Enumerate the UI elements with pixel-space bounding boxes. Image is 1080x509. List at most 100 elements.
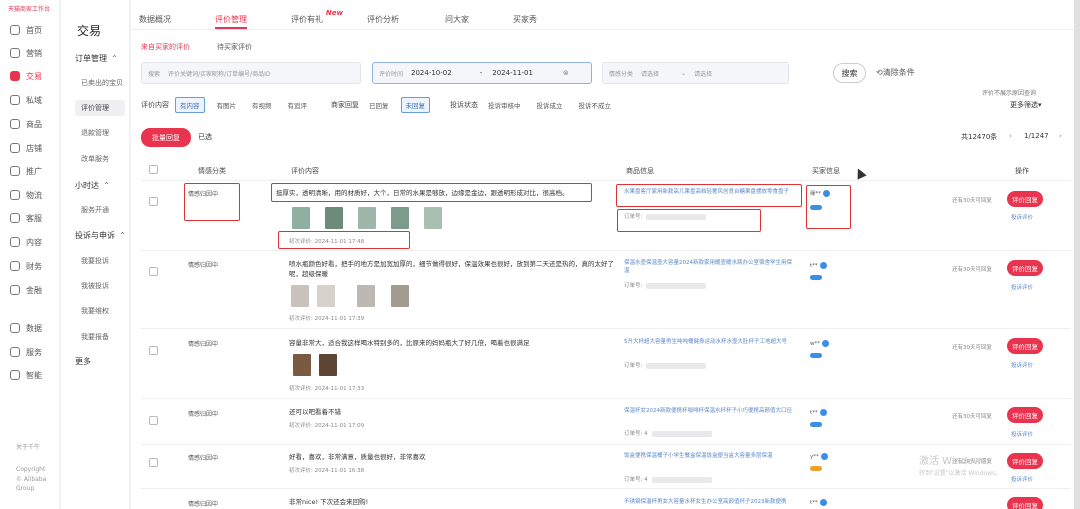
- emotion-select-secondary[interactable]: 请选择: [694, 69, 712, 78]
- review-photo[interactable]: [291, 285, 309, 307]
- menu-item-review[interactable]: 评价管理: [75, 100, 125, 116]
- product-title-link[interactable]: 饭盒便携保温桶子小学生餐盒保温饭盒便当盒大容量多层保温: [624, 452, 794, 460]
- menu-item-modify[interactable]: 改单服务: [81, 154, 109, 164]
- nav-finance[interactable]: 财务: [10, 258, 42, 274]
- menu-item-my-appeal[interactable]: 我被投诉: [81, 281, 109, 291]
- tab-overview[interactable]: 数据概况: [139, 14, 171, 25]
- review-photo[interactable]: [293, 354, 311, 376]
- chip-replied[interactable]: 已回复: [365, 98, 393, 112]
- emotion-filter[interactable]: 情感分类 请选择 ⌄ 请选择: [602, 62, 789, 84]
- tab-review-manage[interactable]: 评价管理: [215, 14, 247, 29]
- review-photo[interactable]: [319, 354, 337, 376]
- row-checkbox[interactable]: [149, 197, 158, 206]
- page-scrollbar[interactable]: [1074, 0, 1080, 509]
- about-link[interactable]: 关于千牛: [16, 444, 40, 452]
- product-title-link[interactable]: 不锈钢保温杯男女大容量水杯女生办公室高颜值杯子2023新款便携: [624, 498, 794, 506]
- nav-services[interactable]: 服务: [10, 344, 42, 360]
- reply-button[interactable]: 评价回复: [1007, 191, 1043, 207]
- tab-ask-everyone[interactable]: 问大家: [445, 14, 469, 25]
- complain-review-link[interactable]: 投诉评价: [1011, 361, 1033, 369]
- highlight-review: [271, 183, 592, 202]
- row-checkbox[interactable]: [149, 346, 158, 355]
- clear-conditions-button[interactable]: ⟲清除条件: [876, 67, 915, 78]
- review-photo[interactable]: [424, 207, 442, 229]
- menu-item-my-report2[interactable]: 我要报备: [81, 332, 109, 342]
- reply-button[interactable]: 评价回复: [1007, 497, 1043, 509]
- emotion-select-primary[interactable]: 请选择: [641, 69, 659, 78]
- buyer-nick[interactable]: w**: [810, 340, 829, 347]
- nav-trade[interactable]: 交易: [10, 68, 42, 84]
- menu-item-sold[interactable]: 已卖出的宝贝: [81, 78, 123, 88]
- chevron-right-icon: ›: [1059, 132, 1062, 140]
- more-filter-button[interactable]: 更多筛选▾: [1010, 100, 1042, 110]
- nav-service[interactable]: 客服: [10, 210, 42, 226]
- clear-date-icon[interactable]: ⊗: [563, 69, 569, 77]
- reply-button[interactable]: 评价回复: [1007, 407, 1043, 423]
- review-photo[interactable]: [357, 285, 375, 307]
- product-title-link[interactable]: 保温杯女2024新款便携杯咖啡杯保温水杯杯子小巧便携高颜值大口径: [624, 407, 794, 415]
- chip-complaint-upheld[interactable]: 投诉成立: [533, 98, 567, 112]
- keyword-search-input[interactable]: 搜索 评价关键词/买家昵称/订单编号/商品ID: [141, 62, 361, 84]
- complain-review-link[interactable]: 投诉评价: [1011, 283, 1033, 291]
- chip-has-image[interactable]: 有图片: [213, 98, 241, 112]
- review-photo[interactable]: [391, 207, 409, 229]
- row-checkbox[interactable]: [149, 458, 158, 467]
- subtab-from-buyer[interactable]: 来自买家的评价: [141, 42, 190, 52]
- nav-private[interactable]: 私域: [10, 92, 42, 108]
- review-photo[interactable]: [358, 207, 376, 229]
- menu-item-my-report[interactable]: 我要维权: [81, 306, 109, 316]
- chip-complaint-reviewing[interactable]: 投诉审核中: [484, 98, 525, 112]
- menu-group-xiaoshida[interactable]: 小时达 ^: [75, 180, 109, 191]
- bulk-reply-button[interactable]: 批量回复: [141, 128, 191, 147]
- review-date-range[interactable]: 评价时间 2024-10-02 - 2024-11-01 ⊗: [372, 62, 592, 84]
- complain-review-link[interactable]: 投诉评价: [1011, 430, 1033, 438]
- nav-data[interactable]: 数据: [10, 320, 42, 336]
- menu-group-complaint[interactable]: 投诉与申诉 ^: [75, 230, 125, 241]
- buyer-nick[interactable]: t**: [810, 499, 827, 506]
- chip-has-content[interactable]: 有内容: [175, 97, 205, 113]
- review-photo[interactable]: [325, 207, 343, 229]
- menu-item-service-open[interactable]: 服务开通: [81, 205, 109, 215]
- product-title-link[interactable]: 5升大杯超大容量男生吨吨桶健身运动水杯水壶大肚杯子工地超大号: [624, 338, 794, 346]
- select-all-checkbox[interactable]: [149, 165, 158, 174]
- subtab-pending[interactable]: 待买家评价: [217, 42, 252, 52]
- nav-shop[interactable]: 店铺: [10, 140, 42, 156]
- chip-has-append[interactable]: 有追评: [284, 98, 312, 112]
- prev-page-button[interactable]: ‹: [1009, 132, 1012, 140]
- nav-content[interactable]: 内容: [10, 234, 42, 250]
- nav-banking[interactable]: 金融: [10, 282, 42, 298]
- tab-buyer-show[interactable]: 买家秀: [513, 14, 537, 25]
- complain-review-link[interactable]: 投诉评价: [1011, 213, 1033, 221]
- product-title-link[interactable]: 保温水壶保温壶大容量2024新款家用暖壶暖水瓶办公室宿舍学生用保温: [624, 259, 794, 275]
- reply-button[interactable]: 评价回复: [1007, 260, 1043, 276]
- search-button[interactable]: 搜索: [833, 63, 866, 83]
- tab-review-gift[interactable]: 评价有礼 New: [291, 9, 343, 25]
- review-photo[interactable]: [292, 207, 310, 229]
- nav-logistics[interactable]: 物流: [10, 187, 42, 203]
- reply-button[interactable]: 评价回复: [1007, 338, 1043, 354]
- menu-item-refund[interactable]: 退款管理: [81, 128, 109, 138]
- nav-promote[interactable]: 推广: [10, 163, 42, 179]
- menu-more[interactable]: 更多: [75, 356, 91, 367]
- review-photo[interactable]: [391, 285, 409, 307]
- tab-review-analysis[interactable]: 评价分析: [367, 14, 399, 25]
- next-page-button[interactable]: ›: [1059, 132, 1062, 140]
- nav-goods[interactable]: 商品: [10, 116, 42, 132]
- hidden-reason-link[interactable]: 评价不展示原因查询: [982, 88, 1036, 97]
- chip-has-video[interactable]: 有视频: [248, 98, 276, 112]
- reply-button[interactable]: 评价回复: [1007, 453, 1043, 469]
- nav-marketing[interactable]: 营销: [10, 45, 42, 61]
- buyer-nick[interactable]: t**: [810, 262, 827, 269]
- review-photo[interactable]: [317, 285, 335, 307]
- buyer-nick[interactable]: y**: [810, 453, 828, 460]
- chip-complaint-rejected[interactable]: 投诉不成立: [575, 98, 616, 112]
- menu-group-order[interactable]: 订单管理 ^: [75, 53, 117, 64]
- nav-smart[interactable]: 智能: [10, 367, 42, 383]
- row-checkbox[interactable]: [149, 267, 158, 276]
- row-checkbox[interactable]: [149, 416, 158, 425]
- nav-home[interactable]: 首页: [10, 22, 42, 38]
- chip-not-replied[interactable]: 未回复: [400, 97, 430, 113]
- buyer-nick[interactable]: t**: [810, 409, 827, 416]
- menu-item-my-complaint[interactable]: 我要投诉: [81, 256, 109, 266]
- complain-review-link[interactable]: 投诉评价: [1011, 475, 1033, 483]
